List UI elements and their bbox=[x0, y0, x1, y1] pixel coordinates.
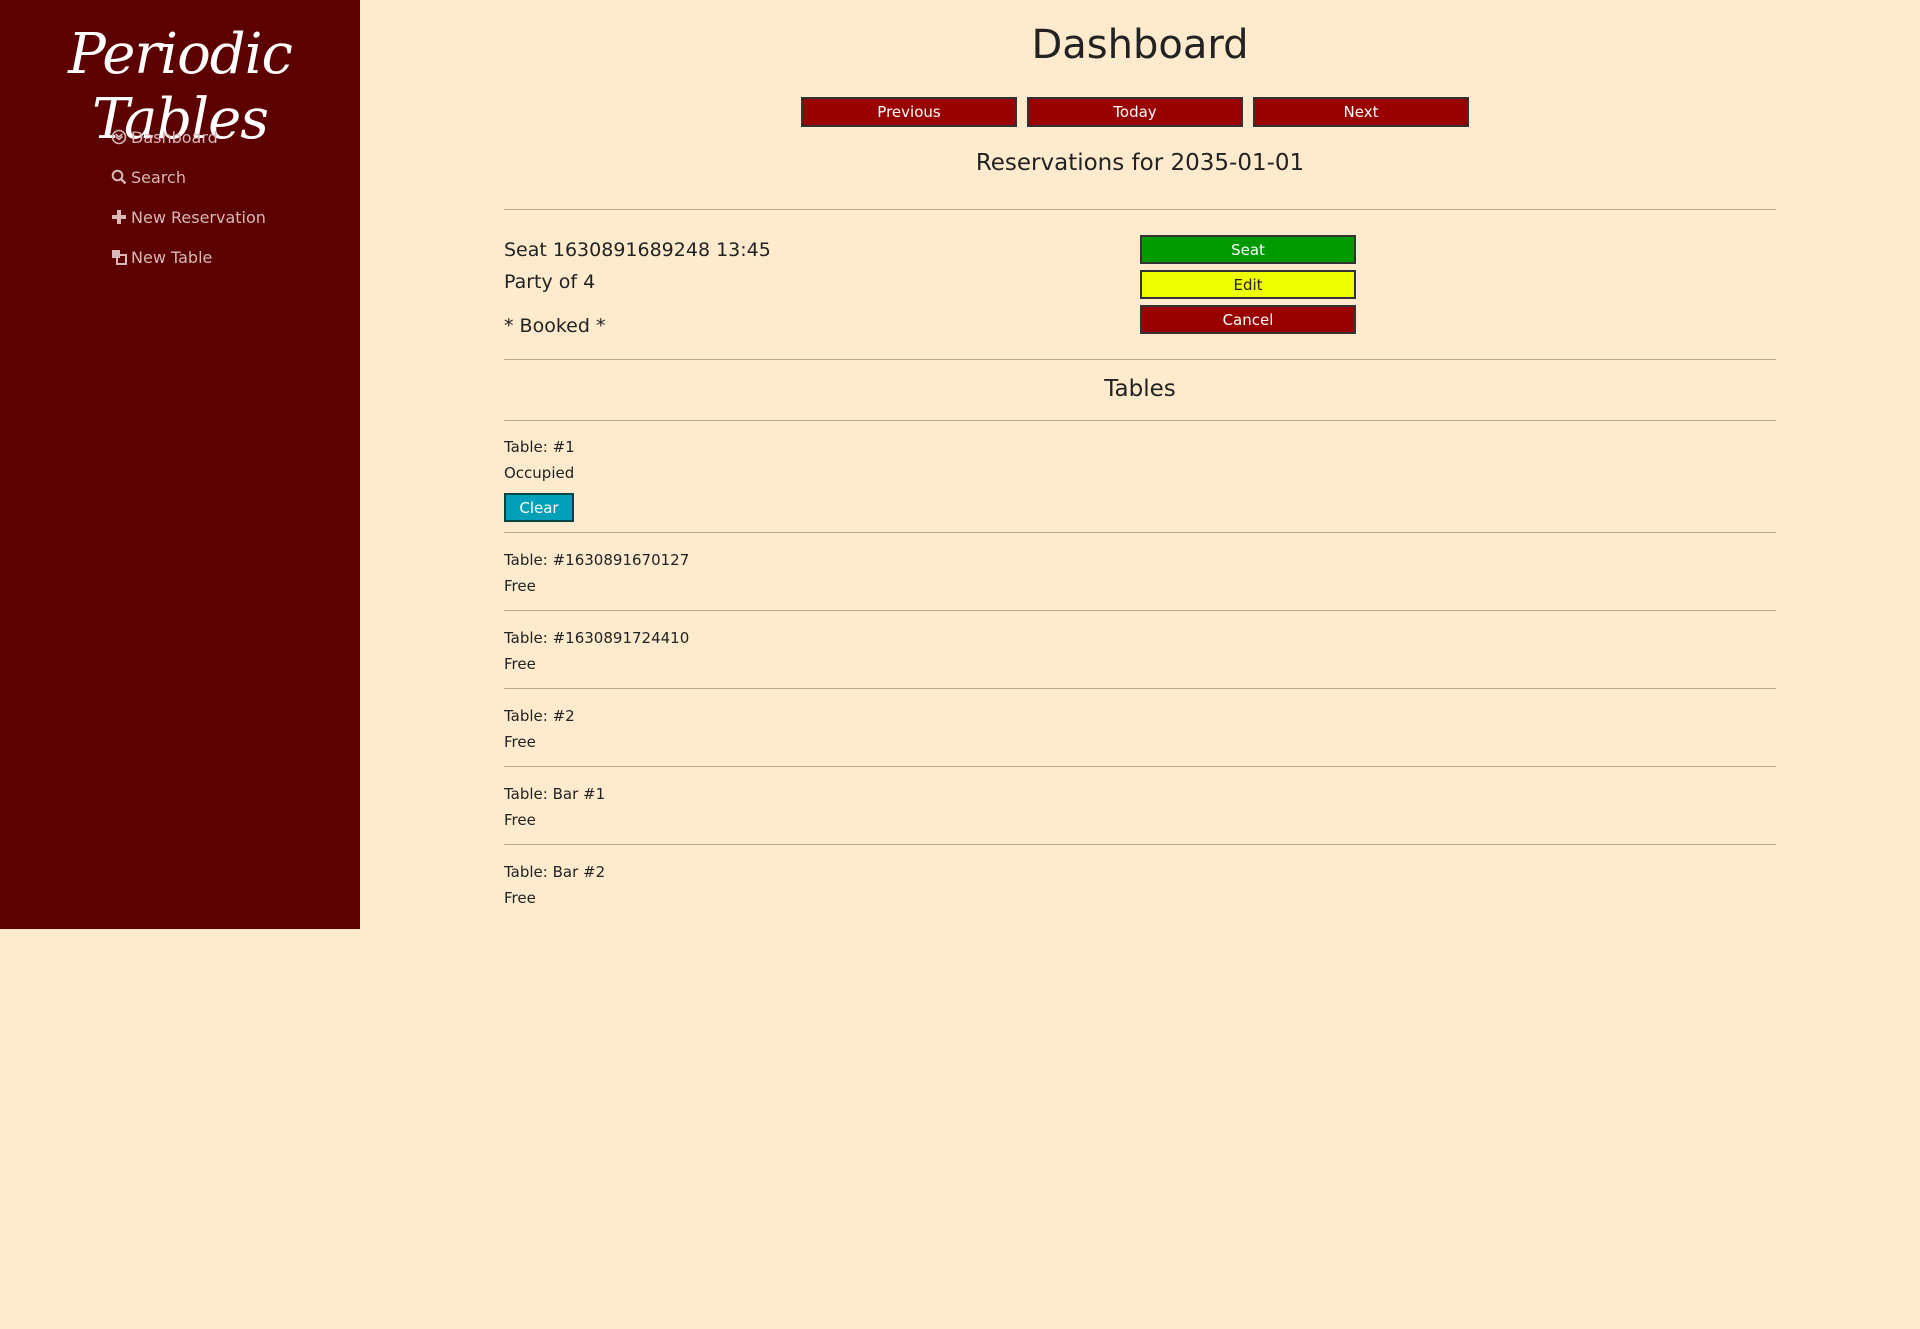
table-name: Table: #1630891724410 bbox=[504, 629, 690, 647]
divider bbox=[504, 209, 1776, 210]
table-status: Free bbox=[504, 811, 536, 829]
table-name: Table: Bar #1 bbox=[504, 785, 606, 803]
table-row: Table: Bar #2 Free bbox=[504, 844, 1776, 922]
table-row: Table: Bar #1 Free bbox=[504, 766, 1776, 844]
table-status: Occupied bbox=[504, 464, 575, 482]
plus-icon bbox=[110, 208, 128, 226]
sidebar-item-new-reservation[interactable]: New Reservation bbox=[110, 197, 266, 237]
table-name: Table: #1630891670127 bbox=[504, 551, 690, 569]
sidebar-nav: Dashboard Search New Reservation New Tab… bbox=[110, 117, 266, 277]
reservation-status: * Booked * bbox=[504, 315, 606, 337]
sidebar-item-label: New Reservation bbox=[131, 207, 266, 227]
sidebar-item-label: Dashboard bbox=[131, 127, 218, 147]
table-row: Table: #1 Occupied Clear bbox=[504, 420, 1776, 532]
sidebar-item-label: New Table bbox=[131, 247, 213, 267]
table-status: Free bbox=[504, 889, 536, 907]
table-status: Free bbox=[504, 655, 536, 673]
reservation-party: Party of 4 bbox=[504, 271, 596, 293]
dashboard-icon bbox=[110, 128, 128, 146]
edit-button[interactable]: Edit bbox=[1140, 270, 1356, 299]
table-list: Table: #1 Occupied Clear Table: #1630891… bbox=[504, 420, 1776, 922]
reservation-title: Seat 1630891689248 13:45 bbox=[504, 239, 771, 261]
sidebar: Periodic Tables Dashboard Search New Res… bbox=[0, 0, 360, 929]
table-status: Free bbox=[504, 733, 536, 751]
reservation-actions: Seat Edit Cancel bbox=[1140, 235, 1356, 334]
table-name: Table: Bar #2 bbox=[504, 863, 606, 881]
sidebar-item-search[interactable]: Search bbox=[110, 157, 266, 197]
table-name: Table: #1 bbox=[504, 438, 575, 456]
seat-button[interactable]: Seat bbox=[1140, 235, 1356, 264]
search-icon bbox=[110, 168, 128, 186]
table-row: Table: #2 Free bbox=[504, 688, 1776, 766]
table-status: Free bbox=[504, 577, 536, 595]
table-name: Table: #2 bbox=[504, 707, 575, 725]
tables-heading: Tables bbox=[1104, 376, 1176, 402]
clear-table-button[interactable]: Clear bbox=[504, 493, 574, 522]
page-title: Dashboard bbox=[1031, 22, 1249, 68]
table-row: Table: #1630891670127 Free bbox=[504, 532, 1776, 610]
reservation-card: Seat 1630891689248 13:45 Party of 4 * Bo… bbox=[504, 234, 771, 342]
sidebar-item-dashboard[interactable]: Dashboard bbox=[110, 117, 266, 157]
sidebar-item-new-table[interactable]: New Table bbox=[110, 237, 266, 277]
date-navigation: Previous Today Next bbox=[801, 97, 1469, 127]
divider bbox=[504, 359, 1776, 360]
sidebar-item-label: Search bbox=[131, 167, 186, 187]
today-button[interactable]: Today bbox=[1027, 97, 1243, 127]
previous-button[interactable]: Previous bbox=[801, 97, 1017, 127]
reservations-heading: Reservations for 2035-01-01 bbox=[975, 150, 1305, 176]
next-button[interactable]: Next bbox=[1253, 97, 1469, 127]
new-table-icon bbox=[110, 248, 128, 266]
table-row: Table: #1630891724410 Free bbox=[504, 610, 1776, 688]
cancel-button[interactable]: Cancel bbox=[1140, 305, 1356, 334]
